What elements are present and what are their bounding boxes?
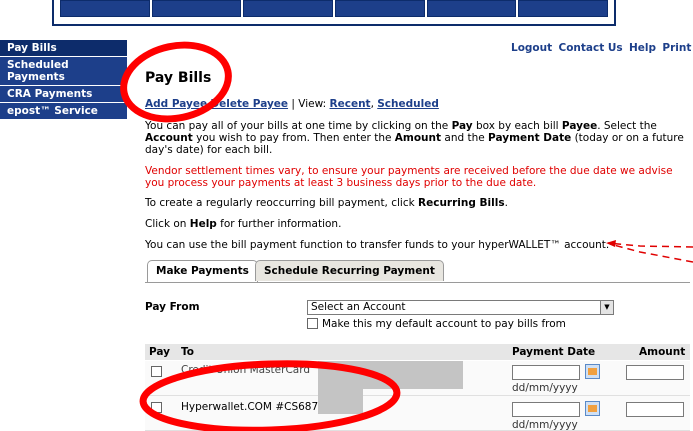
- column-header-pay: Pay: [149, 346, 171, 358]
- pay-from-label: Pay From: [145, 301, 200, 313]
- top-nav-tab[interactable]: [60, 0, 150, 17]
- table-row: Credit Union MasterCard dd/mm/yyyy: [145, 361, 690, 396]
- sidebar: Pay Bills Scheduled Payments CRA Payment…: [0, 40, 127, 120]
- settlement-warning: Vendor settlement times vary, to ensure …: [145, 165, 673, 189]
- print-link[interactable]: Print: [662, 42, 691, 54]
- payee-name: Credit Union MasterCard: [181, 364, 311, 376]
- column-header-to: To: [181, 346, 194, 358]
- account-select-value: Select an Account: [311, 301, 406, 313]
- instructions-text: You can pay all of your bills at one tim…: [145, 120, 684, 156]
- payment-date-input[interactable]: [512, 402, 580, 417]
- link-separator: |: [291, 98, 295, 110]
- amount-input[interactable]: [626, 402, 684, 417]
- default-account-checkbox[interactable]: [307, 318, 318, 329]
- top-nav-tab[interactable]: [243, 0, 334, 17]
- help-hint: Click on Help for further information.: [145, 218, 342, 230]
- column-header-payment-date: Payment Date: [512, 346, 596, 358]
- header-links: Logout Contact Us Help Print: [508, 42, 691, 54]
- top-nav-tab[interactable]: [335, 0, 425, 17]
- calendar-icon[interactable]: [585, 401, 600, 416]
- pay-checkbox[interactable]: [151, 402, 162, 413]
- delete-payee-link[interactable]: Delete Payee: [210, 98, 288, 110]
- column-header-amount: Amount: [639, 346, 686, 358]
- page-title: Pay Bills: [145, 70, 212, 86]
- sidebar-item-epost-service[interactable]: epost™ Service: [0, 103, 127, 120]
- tab-schedule-recurring-payment[interactable]: Schedule Recurring Payment: [255, 260, 444, 281]
- payee-name: Hyperwallet.COM #CS687: [181, 401, 319, 413]
- date-format-hint: dd/mm/yyyy: [512, 419, 578, 431]
- help-link[interactable]: Help: [629, 42, 656, 54]
- date-format-hint: dd/mm/yyyy: [512, 382, 578, 394]
- sidebar-item-pay-bills[interactable]: Pay Bills: [0, 40, 127, 57]
- top-nav-tab[interactable]: [426, 0, 517, 17]
- contact-us-link[interactable]: Contact Us: [558, 42, 622, 54]
- top-nav-tab[interactable]: [518, 0, 609, 17]
- account-select[interactable]: Select an Account ▼: [307, 300, 614, 315]
- tab-make-payments[interactable]: Make Payments: [147, 260, 258, 282]
- table-row: Hyperwallet.COM #CS687 dd/mm/yyyy: [145, 384, 690, 431]
- sidebar-item-cra-payments[interactable]: CRA Payments: [0, 86, 127, 103]
- hyperwallet-hint: You can use the bill payment function to…: [145, 239, 610, 251]
- amount-input[interactable]: [626, 365, 684, 380]
- view-scheduled-link[interactable]: Scheduled: [377, 98, 439, 110]
- default-account-label: Make this my default account to pay bill…: [322, 318, 566, 330]
- view-recent-link[interactable]: Recent: [330, 98, 371, 110]
- add-payee-link[interactable]: Add Payee: [145, 98, 207, 110]
- calendar-icon[interactable]: [585, 364, 600, 379]
- top-nav-tab[interactable]: [151, 0, 242, 17]
- payee-links: Add Payee Delete Payee | View: Recent, S…: [145, 98, 439, 110]
- payment-tabs: Make Payments Schedule Recurring Payment: [145, 260, 690, 283]
- redacted-block: [318, 384, 363, 414]
- chevron-down-icon[interactable]: ▼: [600, 301, 613, 314]
- pay-checkbox[interactable]: [151, 366, 162, 377]
- payment-date-input[interactable]: [512, 365, 580, 380]
- top-nav-bar: [52, 0, 616, 26]
- sidebar-item-scheduled-payments[interactable]: Scheduled Payments: [0, 57, 127, 86]
- recurring-hint: To create a regularly reoccurring bill p…: [145, 197, 508, 209]
- view-label: View:: [298, 98, 327, 110]
- payments-table-header: Pay To Payment Date Amount: [145, 344, 690, 360]
- logout-link[interactable]: Logout: [511, 42, 552, 54]
